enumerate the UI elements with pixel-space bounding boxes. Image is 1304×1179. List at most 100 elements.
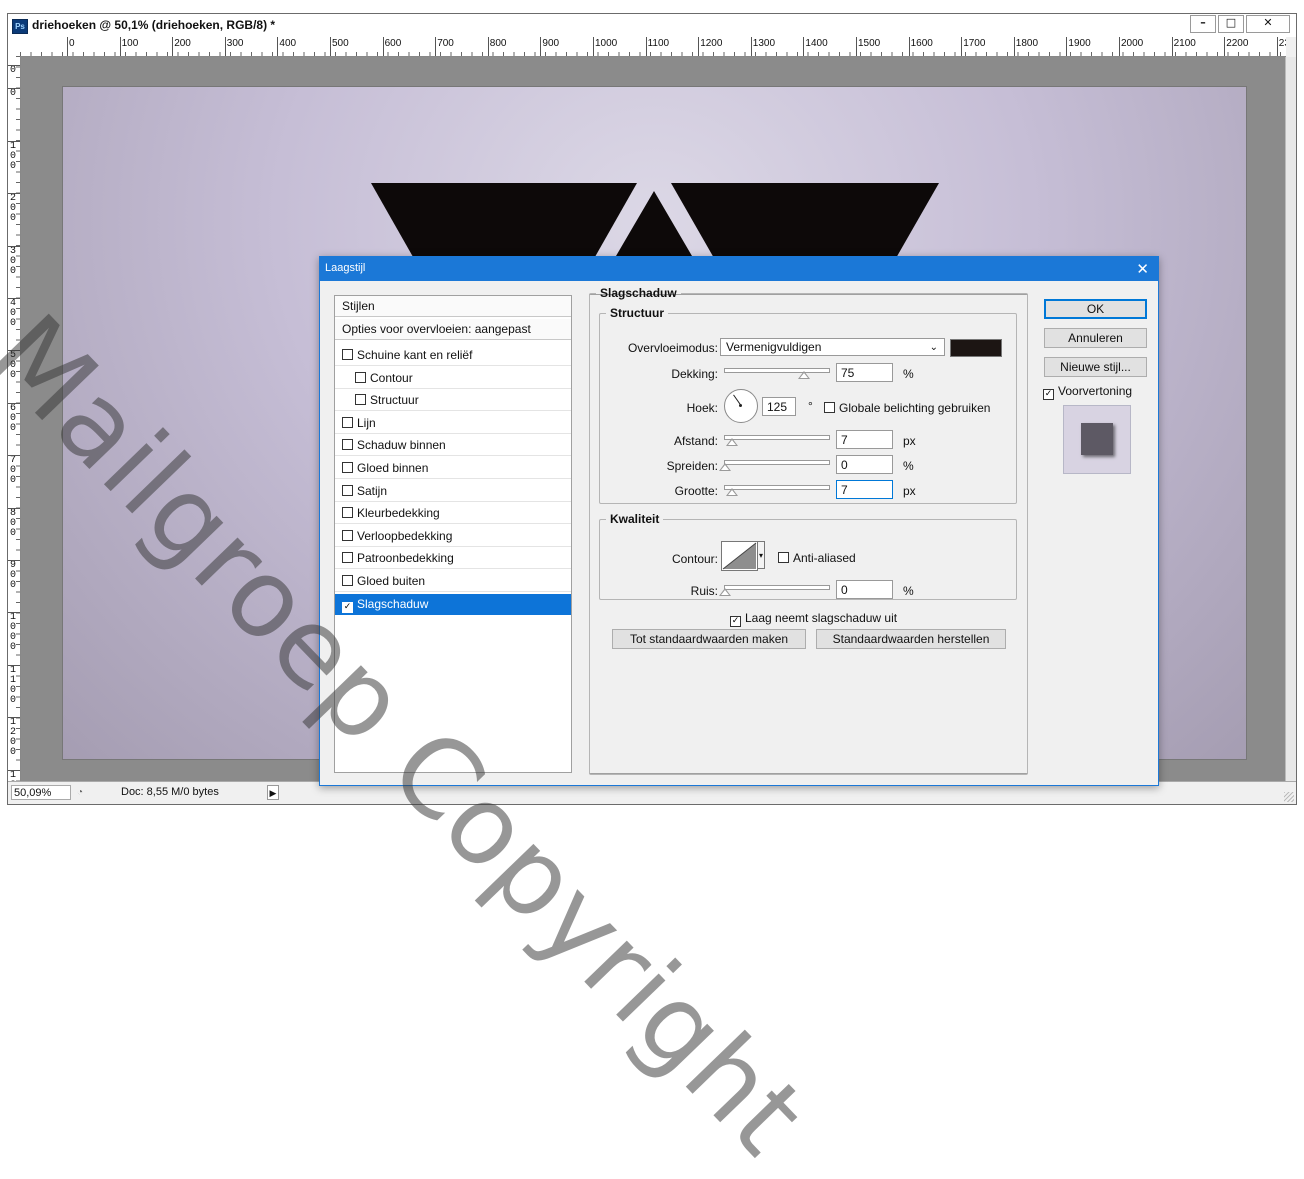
angle-dial[interactable] bbox=[724, 389, 758, 423]
opacity-slider[interactable] bbox=[724, 365, 830, 379]
style-item-label: Gloed buiten bbox=[357, 574, 426, 588]
contour-dropdown-button[interactable]: ▾ bbox=[757, 541, 765, 569]
style-item-label: Contour bbox=[370, 370, 413, 385]
noise-label: Ruis: bbox=[690, 584, 718, 598]
zoom-field[interactable]: 50,09% bbox=[11, 785, 71, 800]
distance-slider-thumb[interactable] bbox=[726, 438, 738, 446]
resize-grip[interactable] bbox=[1284, 792, 1294, 802]
drop-shadow-title: Slagschaduw bbox=[600, 286, 677, 300]
vertical-scrollbar[interactable] bbox=[1285, 57, 1296, 781]
checkbox-icon[interactable] bbox=[342, 552, 353, 564]
close-window-button[interactable]: ✕ bbox=[1246, 15, 1290, 33]
contour-label: Contour: bbox=[671, 552, 718, 566]
minimize-button[interactable]: – bbox=[1190, 15, 1216, 33]
style-item-patroonbedekking[interactable]: Patroonbedekking bbox=[335, 548, 571, 570]
style-item-label: Structuur bbox=[370, 393, 419, 408]
ruler-tick-v: 200 bbox=[8, 193, 20, 224]
ok-button[interactable]: OK bbox=[1044, 299, 1147, 319]
style-item-structuur[interactable]: Structuur bbox=[335, 390, 571, 412]
checkbox-icon[interactable] bbox=[342, 349, 353, 360]
style-item-satijn[interactable]: Satijn bbox=[335, 481, 571, 502]
checkbox-icon[interactable] bbox=[342, 507, 353, 519]
shadow-color-swatch[interactable] bbox=[950, 339, 1002, 357]
checkbox-icon[interactable] bbox=[342, 439, 353, 451]
distance-label: Afstand: bbox=[673, 434, 718, 448]
spread-input[interactable]: 0 bbox=[836, 455, 893, 474]
maximize-button[interactable]: □ bbox=[1218, 15, 1244, 33]
style-item-slagschaduw[interactable]: ✓ Slagschaduw bbox=[335, 593, 571, 615]
styles-list: Stijlen Opties voor overvloeien: aangepa… bbox=[334, 295, 572, 773]
ruler-tick-v: 800 bbox=[8, 508, 20, 539]
ruler-tick-v: 600 bbox=[8, 403, 20, 434]
style-item-contour[interactable]: Contour bbox=[335, 368, 571, 389]
style-item-verloopbedekking[interactable]: Verloopbedekking bbox=[335, 526, 571, 547]
ruler-tick-v: 100 bbox=[8, 141, 20, 172]
make-default-button[interactable]: Tot standaardwaarden maken bbox=[612, 629, 806, 649]
checkbox-icon[interactable] bbox=[342, 484, 353, 496]
global-light-label: Globale belichting gebruiken bbox=[839, 401, 991, 415]
angle-unit: ° bbox=[808, 399, 813, 413]
style-item-schaduw-binnen[interactable]: Schaduw binnen bbox=[335, 435, 571, 457]
spread-unit: % bbox=[903, 459, 914, 473]
noise-slider-thumb[interactable] bbox=[719, 588, 731, 596]
cancel-button[interactable]: Annuleren bbox=[1044, 328, 1147, 348]
opacity-slider-thumb[interactable] bbox=[797, 371, 810, 379]
angle-input[interactable]: 125 bbox=[762, 397, 796, 416]
style-item-label: Schaduw binnen bbox=[357, 438, 446, 453]
checkbox-icon[interactable] bbox=[342, 462, 353, 473]
preview-checkbox[interactable]: ✓ Voorvertoning bbox=[1043, 384, 1132, 400]
styles-header[interactable]: Stijlen bbox=[335, 296, 571, 317]
style-item-label: Lijn bbox=[357, 415, 376, 430]
spread-slider-thumb[interactable] bbox=[719, 463, 731, 471]
size-slider[interactable] bbox=[724, 482, 830, 496]
dialog-close-icon[interactable]: ✕ bbox=[1136, 260, 1149, 278]
checkbox-icon[interactable] bbox=[342, 529, 353, 541]
ruler-tick-v: 1200 bbox=[8, 717, 20, 758]
style-item-gloed-binnen[interactable]: Gloed binnen bbox=[335, 458, 571, 479]
ruler-tick-v: 0 bbox=[8, 88, 20, 99]
dialog-title-bar[interactable]: Laagstijl ✕ bbox=[320, 257, 1158, 281]
distance-slider[interactable] bbox=[724, 432, 830, 446]
style-item-lijn[interactable]: Lijn bbox=[335, 413, 571, 434]
noise-input[interactable]: 0 bbox=[836, 580, 893, 599]
distance-input[interactable]: 7 bbox=[836, 430, 893, 449]
horizontal-ruler[interactable]: 0 100 200 300 400 500 600 700 800 900 1000 1100 1200… bbox=[20, 37, 1286, 57]
contour-curve-icon bbox=[722, 542, 757, 570]
status-menu-arrow-icon[interactable]: ▶ bbox=[267, 785, 279, 800]
new-style-button[interactable]: Nieuwe stijl... bbox=[1044, 357, 1147, 377]
opacity-unit: % bbox=[903, 367, 914, 381]
vertical-ruler[interactable]: 0 0 100 200 300 400 500 600 700 800 900 1000 1100 120… bbox=[8, 56, 21, 783]
style-item-gloed-buiten[interactable]: Gloed buiten bbox=[335, 571, 571, 592]
blend-mode-select[interactable]: Vermenigvuldigen ⌄ bbox=[720, 338, 945, 356]
knockout-checkbox[interactable]: ✓ Laag neemt slagschaduw uit bbox=[730, 611, 897, 627]
anti-aliased-checkbox[interactable]: Anti-aliased bbox=[778, 551, 856, 565]
ruler-tick-v: 700 bbox=[8, 455, 20, 486]
opacity-input[interactable]: 75 bbox=[836, 363, 893, 382]
zoom-reset-icon[interactable]: ◔ bbox=[77, 787, 83, 798]
title-bar[interactable]: Ps driehoeken @ 50,1% (driehoeken, RGB/8… bbox=[8, 14, 1296, 37]
size-unit: px bbox=[903, 484, 916, 498]
spread-slider[interactable] bbox=[719, 457, 830, 471]
checkbox-icon[interactable] bbox=[355, 371, 366, 383]
size-slider-thumb[interactable] bbox=[726, 488, 738, 496]
reset-default-button[interactable]: Standaardwaarden herstellen bbox=[816, 629, 1006, 649]
checkbox-icon[interactable] bbox=[342, 416, 353, 428]
quality-legend: Kwaliteit bbox=[610, 512, 660, 526]
size-input[interactable]: 7 bbox=[836, 480, 893, 499]
global-light-checkbox[interactable]: Globale belichting gebruiken bbox=[824, 401, 990, 415]
checkbox-icon[interactable] bbox=[355, 394, 366, 406]
checkbox-icon[interactable] bbox=[342, 575, 353, 586]
style-item-label: Verloopbedekking bbox=[357, 528, 453, 543]
ruler-tick-v: 900 bbox=[8, 560, 20, 591]
contour-picker[interactable] bbox=[721, 541, 758, 571]
checkbox-icon[interactable]: ✓ bbox=[342, 601, 353, 613]
ruler-tick-v: 0 bbox=[8, 65, 20, 76]
ruler-tick-v: 300 bbox=[8, 246, 20, 277]
knockout-check-icon: ✓ bbox=[730, 616, 741, 627]
noise-slider[interactable] bbox=[719, 582, 830, 596]
style-item-kleurbedekking[interactable]: Kleurbedekking bbox=[335, 503, 571, 525]
angle-label: Hoek: bbox=[686, 401, 718, 415]
style-item-schuine-kant-en-reli-f[interactable]: Schuine kant en reliëf bbox=[335, 345, 571, 366]
chevron-down-icon: ⌄ bbox=[929, 342, 938, 353]
blending-options-item[interactable]: Opties voor overvloeien: aangepast bbox=[335, 319, 571, 340]
